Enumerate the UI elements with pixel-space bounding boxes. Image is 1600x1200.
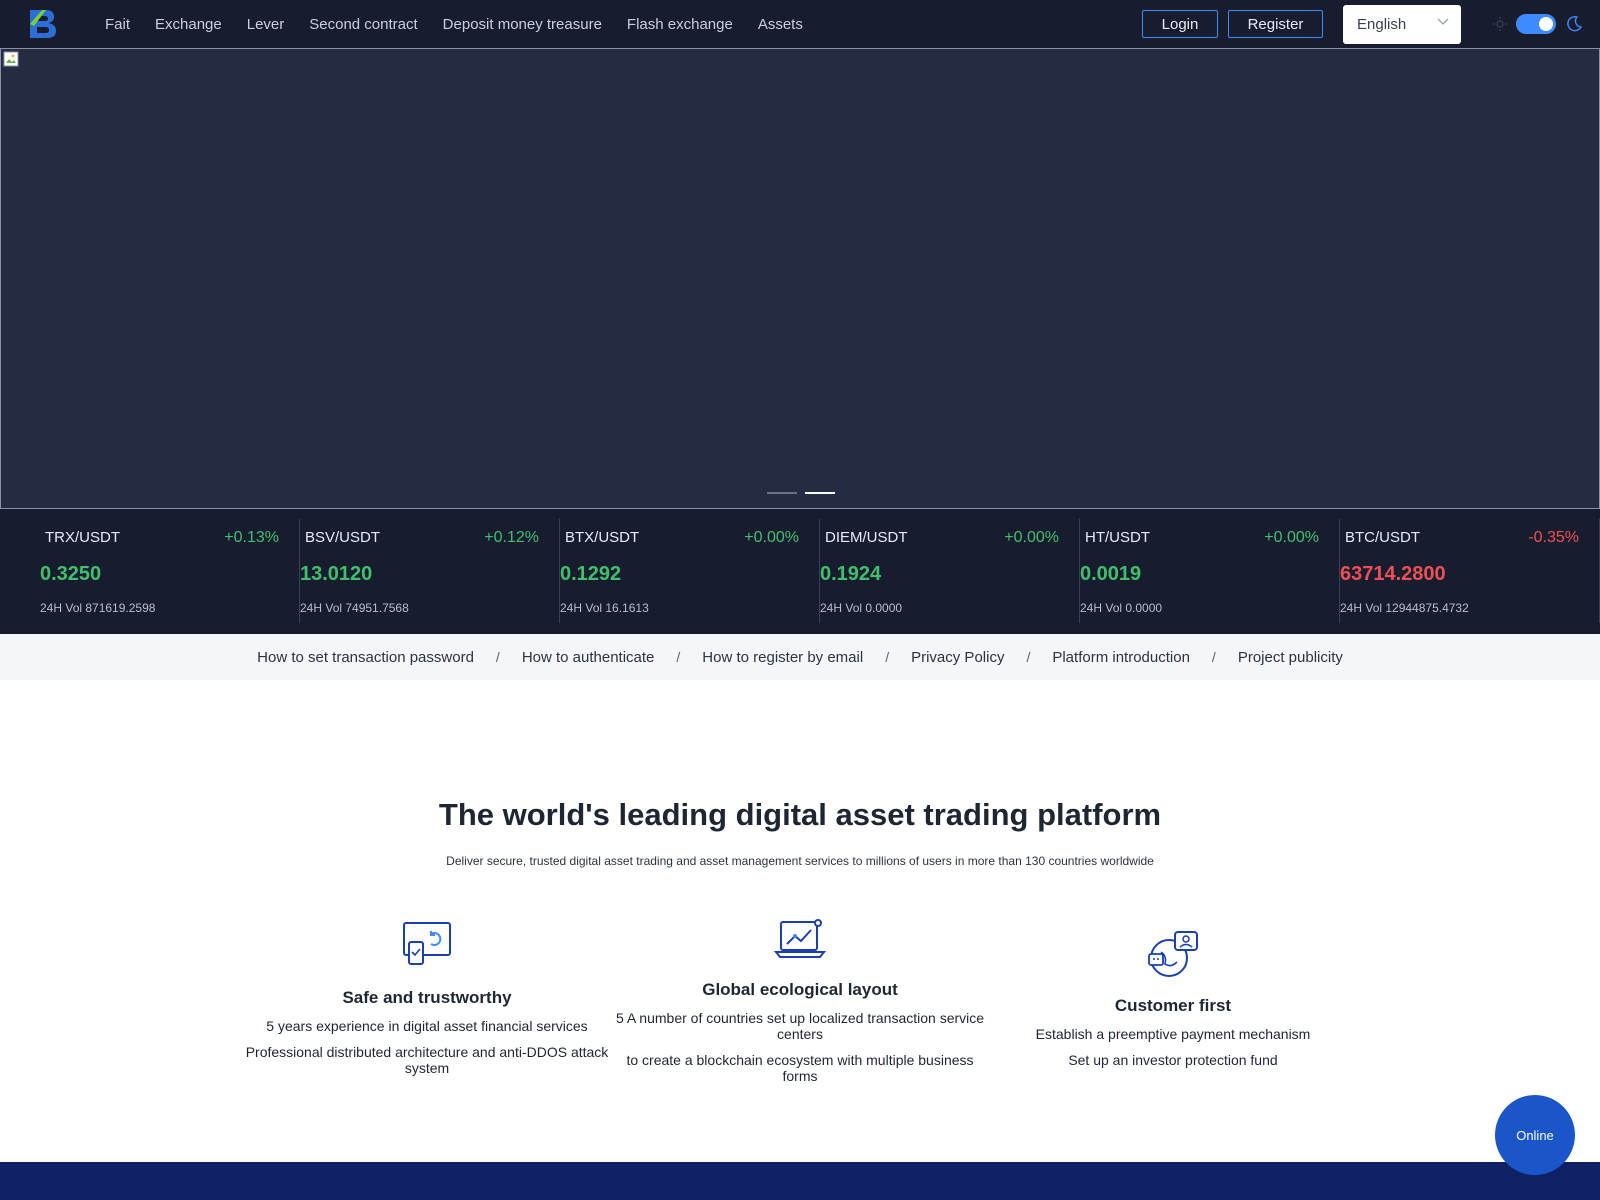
ticker-card[interactable]: DIEM/USDT +0.00% 0.1924 24H Vol 0.0000 <box>820 519 1080 623</box>
help-link-privacy-policy[interactable]: Privacy Policy <box>911 649 1004 666</box>
intro-title: The world's leading digital asset tradin… <box>438 797 1162 832</box>
laptop-chart-icon <box>774 919 826 958</box>
help-link-project-publicity[interactable]: Project publicity <box>1238 649 1343 666</box>
nav-deposit-money-treasure[interactable]: Deposit money treasure <box>443 16 602 33</box>
ticker-pair: DIEM/USDT <box>825 529 908 546</box>
hero-banner[interactable] <box>0 48 1600 509</box>
nav-assets[interactable]: Assets <box>758 16 803 33</box>
ticker-card[interactable]: BTC/USDT -0.35% 63714.2800 24H Vol 12944… <box>1340 519 1600 623</box>
ticker-change: +0.00% <box>744 529 799 546</box>
help-link-platform-introduction[interactable]: Platform introduction <box>1052 649 1190 666</box>
broken-image-icon <box>3 51 19 67</box>
ticker-card[interactable]: TRX/USDT +0.13% 0.3250 24H Vol 871619.25… <box>40 519 300 623</box>
ticker-price: 0.3250 <box>40 563 102 585</box>
feature-title: Safe and trustworthy <box>342 988 512 1007</box>
feature-line: Set up an investor protection fund <box>1068 1052 1278 1068</box>
carousel-dot-2[interactable] <box>805 492 835 494</box>
ticker-volume: 24H Vol 16.1613 <box>560 601 649 615</box>
ticker-volume: 24H Vol 0.0000 <box>820 601 903 615</box>
toggle-knob <box>1539 17 1553 31</box>
online-chat-button[interactable]: Online <box>1495 1095 1575 1175</box>
chevron-down-icon <box>1437 18 1449 25</box>
ticker-pair: TRX/USDT <box>45 529 120 546</box>
feature-title: Customer first <box>1114 996 1232 1015</box>
ticker-price: 63714.2800 <box>1340 563 1446 585</box>
carousel-dot-1[interactable] <box>767 492 797 494</box>
ticker-volume: 24H Vol 871619.2598 <box>40 601 156 615</box>
ticker-pair: HT/USDT <box>1085 529 1150 546</box>
link-separator: / <box>1211 649 1216 665</box>
feature-line: Establish a preemptive payment mechanism <box>1035 1026 1311 1042</box>
device-sync-icon <box>403 922 451 965</box>
ticker-pair: BTC/USDT <box>1345 529 1420 546</box>
feature-safe: Safe and trustworthy 5 years experience … <box>242 920 612 1086</box>
nav-fait[interactable]: Fait <box>105 16 130 33</box>
ticker-change: +0.13% <box>224 529 279 546</box>
ticker-pair: BTX/USDT <box>565 529 640 546</box>
language-value: English <box>1357 16 1407 33</box>
help-link-authenticate[interactable]: How to authenticate <box>522 649 655 666</box>
feature-line: to create a blockchain ecosystem with mu… <box>626 1052 974 1084</box>
ticker-pair: BSV/USDT <box>305 529 381 546</box>
top-header: Fait Exchange Lever Second contract Depo… <box>0 0 1600 48</box>
theme-toggle[interactable] <box>1516 14 1556 34</box>
feature-global: Global ecological layout 5 A number of c… <box>612 918 988 1094</box>
main-nav: Fait Exchange Lever Second contract Depo… <box>105 0 828 48</box>
help-links-bar: How to set transaction password / How to… <box>0 634 1600 680</box>
feature-line: 5 A number of countries set up localized… <box>615 1010 985 1042</box>
help-link-register-email[interactable]: How to register by email <box>702 649 863 666</box>
login-button[interactable]: Login <box>1142 10 1218 38</box>
feature-customer: Customer first Establish a preemptive pa… <box>1022 930 1324 1078</box>
ticker-card[interactable]: BSV/USDT +0.12% 13.0120 24H Vol 74951.75… <box>300 519 560 623</box>
ticker-card[interactable]: HT/USDT +0.00% 0.0019 24H Vol 0.0000 <box>1080 519 1340 623</box>
nav-flash-exchange[interactable]: Flash exchange <box>627 16 733 33</box>
intro-subtitle: Deliver secure, trusted digital asset tr… <box>446 854 1154 868</box>
ticker-price: 0.1924 <box>820 563 882 585</box>
help-link-transaction-password[interactable]: How to set transaction password <box>257 649 474 666</box>
nav-second-contract[interactable]: Second contract <box>309 16 417 33</box>
ticker-price: 0.1292 <box>560 563 622 585</box>
ticker-price: 13.0120 <box>300 563 373 585</box>
footer-band <box>0 1162 1600 1200</box>
language-select[interactable]: English <box>1343 5 1461 44</box>
ticker-volume: 24H Vol 74951.7568 <box>300 601 409 615</box>
link-separator: / <box>676 649 681 665</box>
nav-exchange[interactable]: Exchange <box>155 16 222 33</box>
register-button[interactable]: Register <box>1228 10 1323 38</box>
link-separator: / <box>495 649 500 665</box>
feature-line: Professional distributed architecture an… <box>245 1044 609 1076</box>
ticker-volume: 24H Vol 0.0000 <box>1080 601 1163 615</box>
ticker-price: 0.0019 <box>1080 563 1142 585</box>
ticker-change: +0.00% <box>1004 529 1059 546</box>
ticker-change: +0.00% <box>1264 529 1319 546</box>
link-separator: / <box>1026 649 1031 665</box>
link-separator: / <box>885 649 890 665</box>
globe-support-icon <box>1148 931 1198 977</box>
ticker-volume: 24H Vol 12944875.4732 <box>1340 601 1469 615</box>
sun-icon[interactable] <box>1492 16 1508 32</box>
feature-line: 5 years experience in digital asset fina… <box>266 1018 588 1034</box>
ticker-change: +0.12% <box>484 529 539 546</box>
ticker-card[interactable]: BTX/USDT +0.00% 0.1292 24H Vol 16.1613 <box>560 519 820 623</box>
ticker-change: -0.35% <box>1528 529 1579 546</box>
nav-lever[interactable]: Lever <box>247 16 285 33</box>
carousel-indicators <box>767 492 843 494</box>
feature-title: Global ecological layout <box>702 980 898 999</box>
market-tickers: TRX/USDT +0.13% 0.3250 24H Vol 871619.25… <box>0 509 1600 634</box>
moon-icon[interactable] <box>1565 15 1583 33</box>
brand-logo[interactable] <box>24 4 64 44</box>
